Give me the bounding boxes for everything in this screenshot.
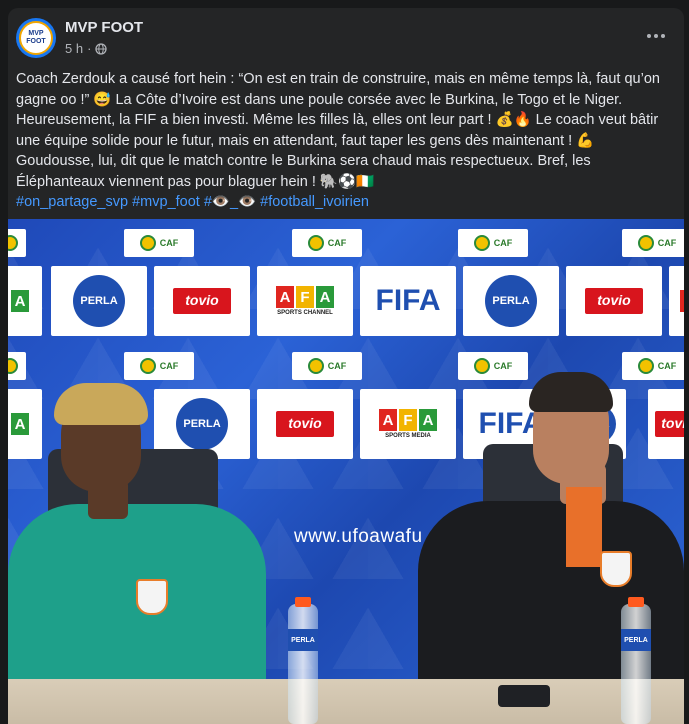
- caf-logo: CAF: [458, 229, 528, 257]
- avatar[interactable]: MVP FOOT: [16, 18, 56, 58]
- caf-logo: CAF: [458, 352, 528, 380]
- post-time[interactable]: 5 h: [65, 41, 83, 56]
- afa-logo: A: [8, 389, 42, 459]
- afa-logo: A: [669, 266, 684, 336]
- caf-logo: CAF: [622, 229, 684, 257]
- post-photo[interactable]: CAF CAF CAF CAF A PERLA tovio A F A SPOR…: [8, 219, 684, 724]
- meta-separator: ·: [87, 41, 92, 56]
- fifa-logo: FIFA: [360, 266, 456, 336]
- press-table: [8, 679, 684, 724]
- caf-logo: CAF: [292, 352, 362, 380]
- more-options-icon: [647, 34, 651, 38]
- hashtag-link[interactable]: #football_ivoirien: [260, 194, 369, 210]
- afa-logo: A F A SPORTS MEDIA: [360, 389, 456, 459]
- post-card: MVP FOOT MVP FOOT 5 h · Coach Zerdouk a …: [8, 8, 684, 724]
- more-options-button[interactable]: [642, 22, 670, 50]
- page-name[interactable]: MVP FOOT: [65, 19, 143, 36]
- tovio-logo: tovio: [648, 389, 684, 459]
- perla-logo: PERLA: [51, 266, 147, 336]
- post-body: Coach Zerdouk a causé fort hein : “On es…: [16, 69, 674, 213]
- backdrop-url: www.ufoawafu: [294, 526, 423, 547]
- post-header: MVP FOOT MVP FOOT 5 h ·: [8, 8, 684, 64]
- tovio-logo: tovio: [257, 389, 353, 459]
- phone: [498, 685, 550, 707]
- caf-logo: CAF: [124, 352, 194, 380]
- hashtag-link[interactable]: #mvp_foot: [132, 194, 200, 210]
- caf-logo: CAF: [292, 229, 362, 257]
- caf-logo: CAF: [622, 352, 684, 380]
- afa-logo: A: [8, 266, 42, 336]
- hashtag-list: #on_partage_svp #mvp_foot #👁️_👁️ #footba…: [16, 192, 674, 213]
- hashtag-link[interactable]: #👁️_👁️: [204, 194, 256, 210]
- hashtag-link[interactable]: #on_partage_svp: [16, 194, 128, 210]
- tovio-logo: tovio: [566, 266, 662, 336]
- post-text: Coach Zerdouk a causé fort hein : “On es…: [16, 71, 660, 190]
- caf-logo: [8, 352, 26, 380]
- tovio-logo: tovio: [154, 266, 250, 336]
- caf-logo: [8, 229, 26, 257]
- water-bottle: [621, 604, 651, 724]
- perla-logo: PERLA: [463, 266, 559, 336]
- water-bottle: [288, 604, 318, 724]
- afa-logo: A F A SPORTS CHANNEL: [257, 266, 353, 336]
- globe-icon: [95, 42, 108, 55]
- post-meta: 5 h ·: [65, 41, 108, 56]
- fif-crest-icon: [136, 579, 168, 615]
- fif-crest-icon: [600, 551, 632, 587]
- avatar-logo: MVP FOOT: [19, 21, 53, 55]
- caf-logo: CAF: [124, 229, 194, 257]
